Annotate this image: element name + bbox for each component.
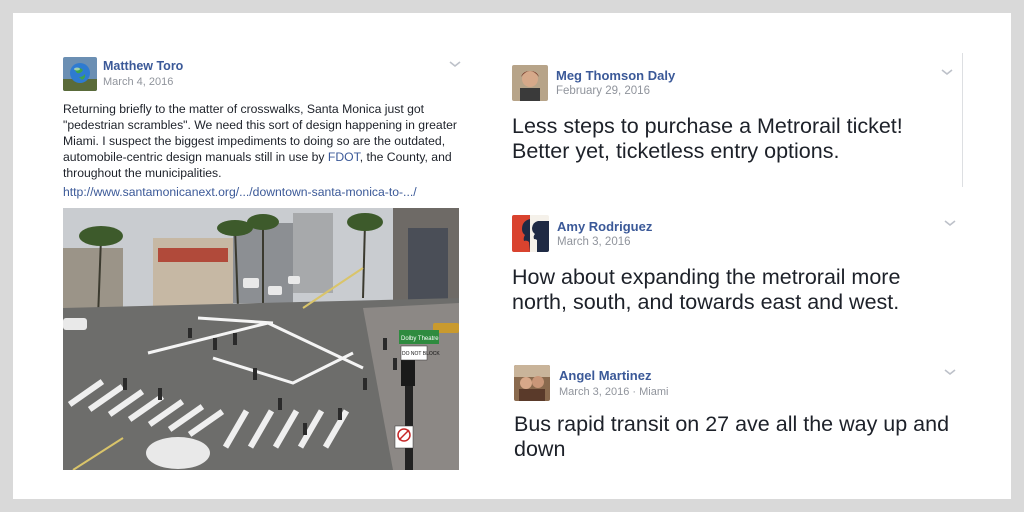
author-name[interactable]: Angel Martinez [559,368,651,383]
post-amy-rodriguez: Amy Rodriguez March 3, 2016 How about ex… [503,203,973,343]
post-date[interactable]: February 29, 2016 [556,85,650,97]
photo-street-sign: Dolby Theatre [401,336,439,342]
avatar[interactable] [512,215,549,252]
post-date[interactable]: March 4, 2016 [103,76,173,88]
divider [962,53,963,187]
post-angel-martinez: Angel Martinez March 3, 2016 · Miami Bus… [503,353,973,493]
article-link[interactable]: http://www.santamonicanext.org/.../downt… [63,185,417,199]
chevron-down-icon[interactable] [943,218,957,228]
fdot-link[interactable]: FDOT [328,150,360,164]
screenshot-canvas: Matthew Toro March 4, 2016 Returning bri… [13,13,1011,499]
author-name[interactable]: Meg Thomson Daly [556,68,675,83]
chevron-down-icon[interactable] [943,367,957,377]
post-body: How about expanding the metrorail more n… [512,265,901,314]
author-name[interactable]: Matthew Toro [103,59,183,73]
crosswalk-photo[interactable]: Dolby Theatre DO NOT BLOCK [63,208,459,470]
post-meg-thomson-daly: Meg Thomson Daly February 29, 2016 Less … [503,53,973,193]
post-body: Bus rapid transit on 27 ave all the way … [514,412,950,461]
photo-traffic-sign: DO NOT BLOCK [402,351,440,357]
chevron-down-icon[interactable] [940,67,954,77]
avatar[interactable] [514,365,550,401]
post-date[interactable]: March 3, 2016 [557,236,631,248]
avatar[interactable] [512,65,548,101]
post-body: Less steps to purchase a Metrorail ticke… [512,114,903,163]
chevron-down-icon[interactable] [448,59,462,69]
post-date[interactable]: March 3, 2016 · Miami [559,386,668,398]
author-name[interactable]: Amy Rodriguez [557,219,652,234]
post-matthew-toro: Matthew Toro March 4, 2016 Returning bri… [13,13,473,499]
post-body: Returning briefly to the matter of cross… [63,101,463,181]
avatar[interactable] [63,57,97,91]
